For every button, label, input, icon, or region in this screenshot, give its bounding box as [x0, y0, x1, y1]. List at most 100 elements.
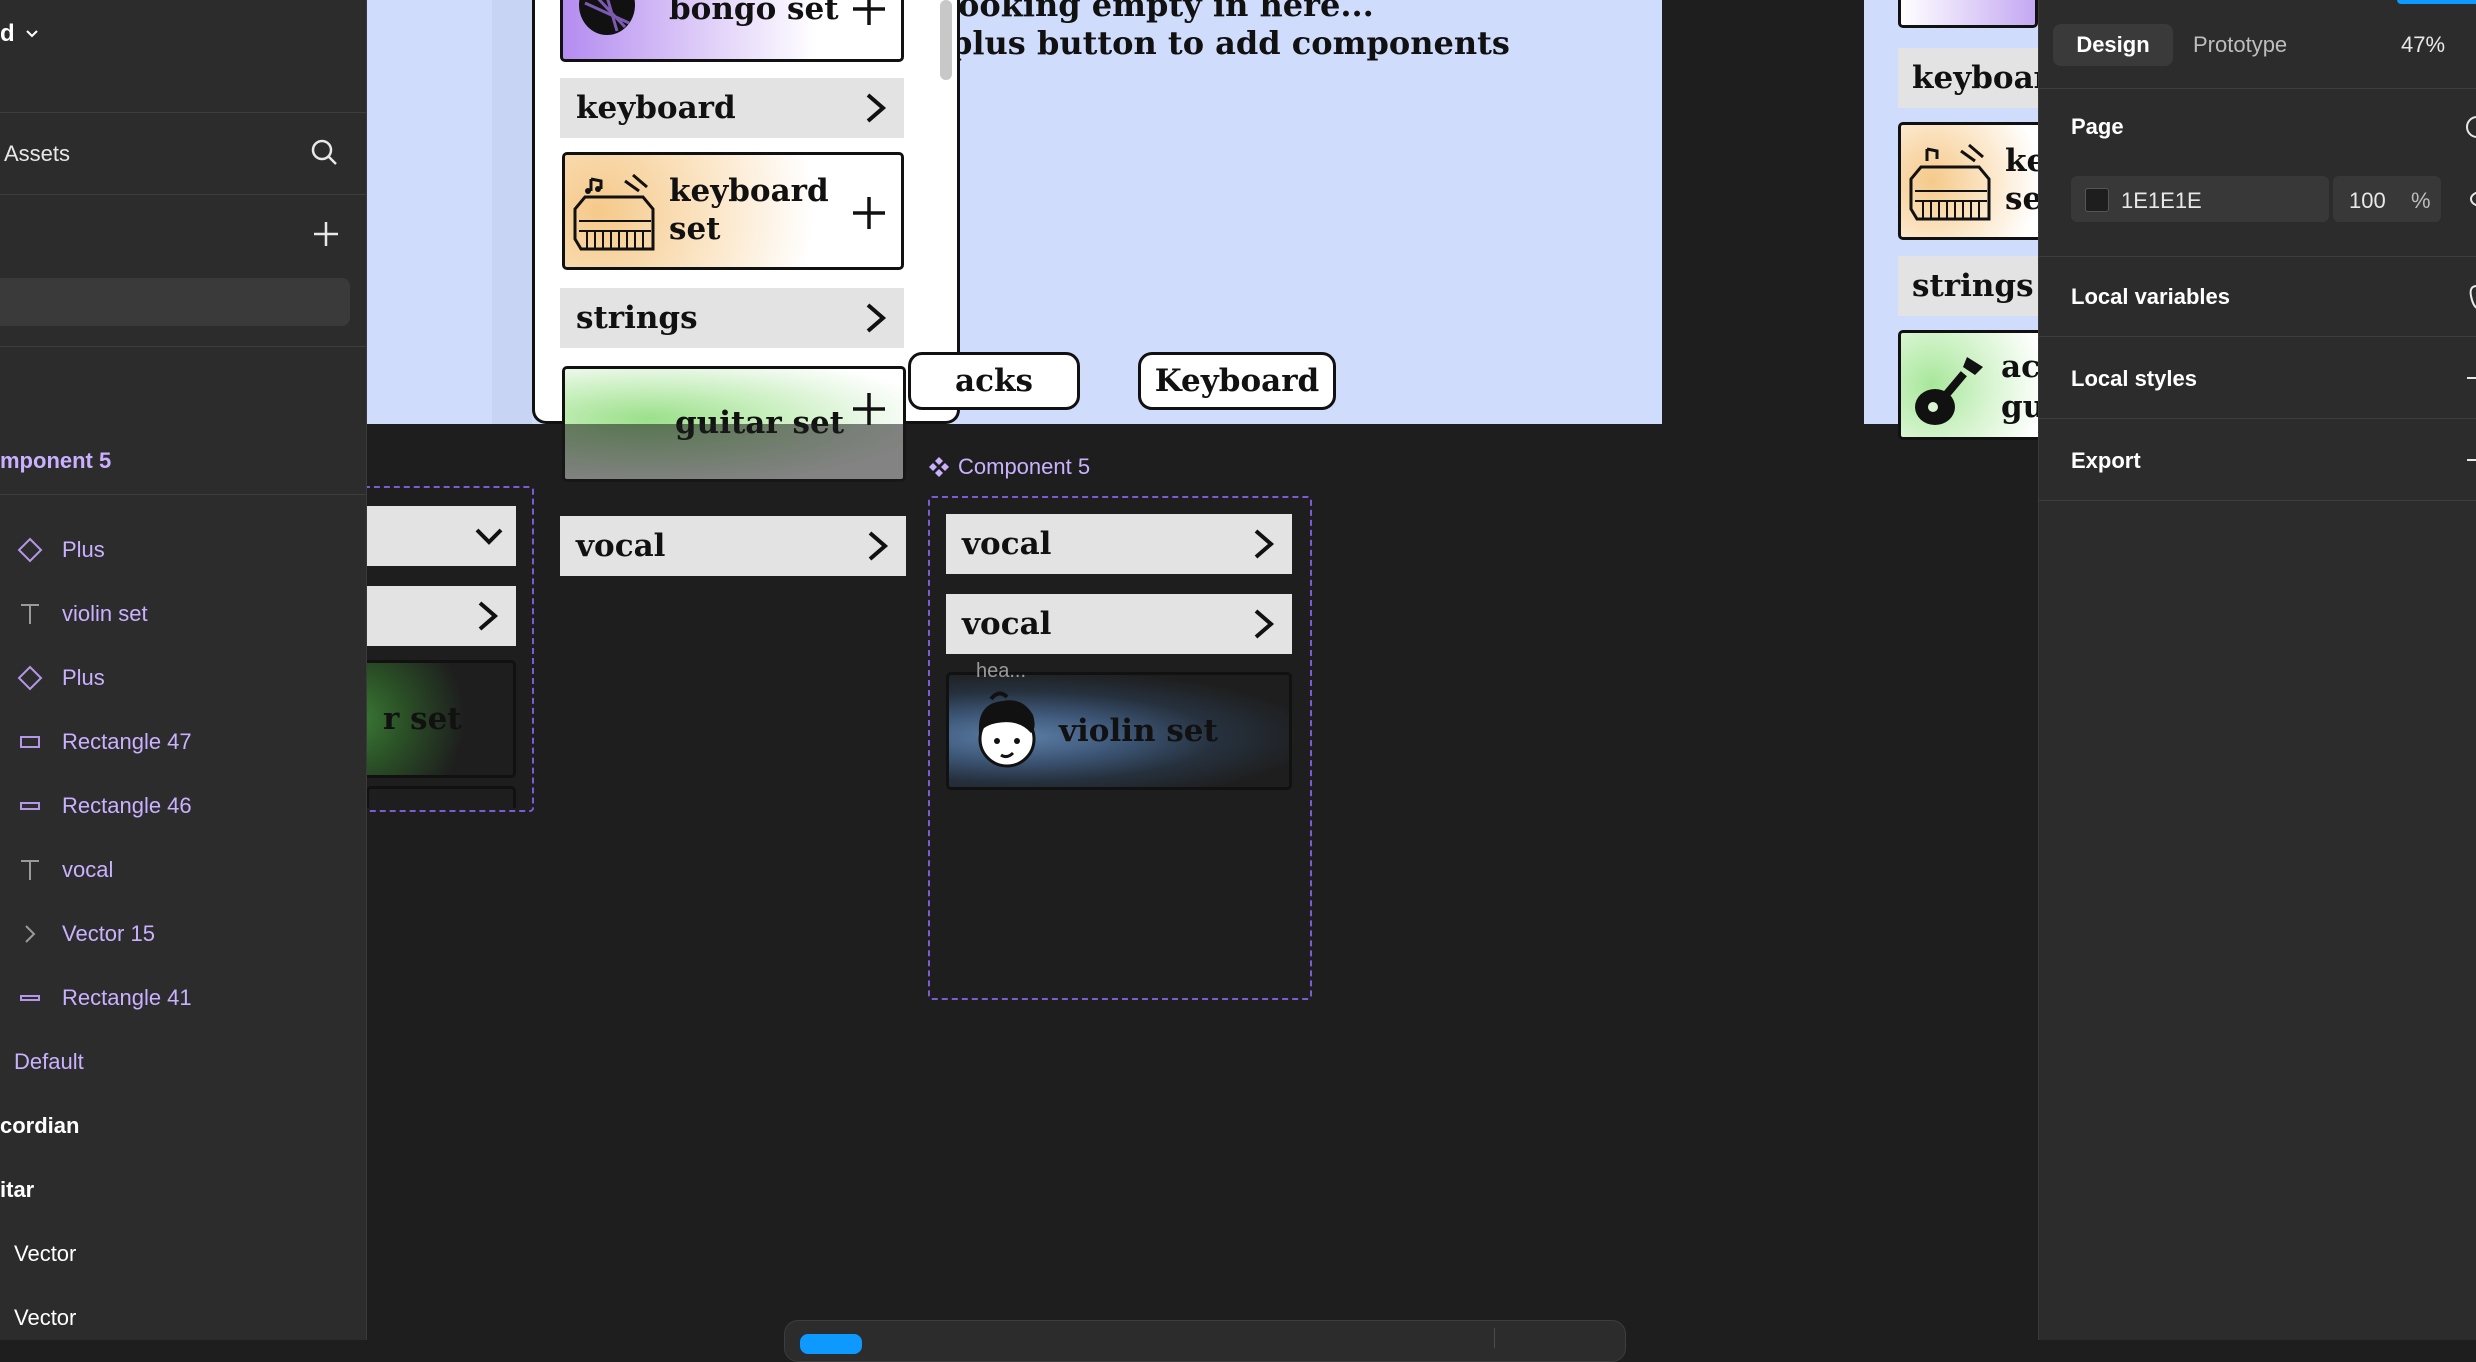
- text-icon: [21, 604, 39, 624]
- right-strings-row[interactable]: strings: [1898, 256, 2038, 316]
- layer-hover-tooltip: hea...: [976, 660, 1027, 682]
- layer-label: Rectangle 41: [62, 985, 192, 1010]
- left-category-row[interactable]: [366, 586, 516, 646]
- bongo-set-card[interactable]: bongo set: [560, 0, 904, 62]
- assets-tab[interactable]: Assets: [4, 141, 70, 167]
- component-5-label[interactable]: Component 5: [928, 454, 1090, 480]
- layer-vector-1[interactable]: Vector: [0, 1222, 366, 1286]
- violin-set-card[interactable]: violin set: [946, 672, 1292, 790]
- layer-vector-2[interactable]: Vector: [0, 1286, 366, 1340]
- layer-label: Vector: [14, 1241, 77, 1266]
- add-page-icon[interactable]: [312, 220, 340, 248]
- keyboard-set-label-line1: keyboard: [669, 173, 829, 209]
- toolbar-active-tool[interactable]: [800, 1334, 862, 1354]
- text-icon: [21, 860, 39, 880]
- drag-shadow: [562, 424, 906, 482]
- right-keyboard-row[interactable]: keyboar: [1898, 48, 2050, 108]
- right-keyboard-label: keyboar: [1912, 60, 2050, 96]
- export-title[interactable]: Export: [2071, 448, 2141, 474]
- vocal-label: vocal: [962, 606, 1052, 642]
- layer-default-variant[interactable]: Default: [0, 1030, 366, 1094]
- keyboard-tab-pill[interactable]: Keyboard: [1138, 352, 1336, 410]
- hide-ui-icon[interactable]: [2463, 114, 2476, 140]
- layer-plus-1[interactable]: Plus: [0, 518, 366, 582]
- local-styles-title[interactable]: Local styles: [2071, 366, 2197, 392]
- page-color-field[interactable]: 1E1E1E: [2071, 176, 2329, 222]
- variables-icon[interactable]: [2465, 282, 2476, 312]
- layer-label: Vector 15: [62, 921, 155, 946]
- layers-panel[interactable]: d Assets mponent 5 Plus violin set Plus …: [0, 0, 367, 1340]
- vocal-label: vocal: [962, 526, 1052, 562]
- layer-label: itar: [0, 1177, 35, 1202]
- vocal-label: vocal: [576, 528, 666, 564]
- layer-label: violin set: [62, 601, 148, 626]
- bongo-icon: [577, 0, 637, 37]
- toolbar-divider: [1494, 1328, 1495, 1348]
- layer-label: Plus: [62, 665, 105, 690]
- layer-label: Rectangle 46: [62, 793, 192, 818]
- tab-prototype[interactable]: Prototype: [2193, 32, 2287, 58]
- file-name[interactable]: d: [0, 20, 39, 48]
- keyboard-category-row[interactable]: keyboard: [560, 78, 904, 138]
- layer-vocal-text[interactable]: vocal: [0, 838, 366, 902]
- layer-vector-15[interactable]: Vector 15: [0, 902, 366, 966]
- component-vocal-row-1[interactable]: vocal: [946, 514, 1292, 574]
- chevron-right-icon: [868, 531, 889, 561]
- component-layer-header[interactable]: mponent 5: [0, 448, 111, 474]
- left-card-bottom-edge: [366, 786, 516, 808]
- plus-icon[interactable]: [849, 0, 889, 29]
- layer-rectangle-47[interactable]: Rectangle 47: [0, 710, 366, 774]
- search-icon[interactable]: [308, 136, 340, 168]
- file-name-label: d: [0, 20, 15, 47]
- divider: [2039, 88, 2476, 89]
- right-strings-label: strings: [1912, 268, 2034, 304]
- keyboard-set-label-line2: set: [669, 211, 721, 247]
- divider: [0, 112, 366, 113]
- left-dropdown-row[interactable]: [366, 506, 516, 566]
- component-icon: [929, 457, 949, 477]
- component-5-name: Component 5: [958, 454, 1091, 479]
- layer-rectangle-41[interactable]: Rectangle 41: [0, 966, 366, 1030]
- tab-design-label: Design: [2076, 32, 2150, 57]
- menu-scrollbar[interactable]: [940, 0, 952, 80]
- rectangle-icon: [20, 736, 40, 748]
- tracks-tab-pill[interactable]: acks: [908, 352, 1080, 410]
- color-swatch[interactable]: [2085, 188, 2109, 212]
- divider: [0, 194, 366, 195]
- percent-sign: %: [2411, 188, 2431, 213]
- layer-plus-2[interactable]: Plus: [0, 646, 366, 710]
- divider: [0, 346, 366, 347]
- add-export-icon[interactable]: [2467, 459, 2476, 461]
- page-section-title: Page: [2071, 114, 2124, 139]
- visibility-eye-icon[interactable]: [2465, 186, 2476, 212]
- tab-design[interactable]: Design: [2053, 24, 2173, 66]
- chevron-right-icon: [866, 303, 887, 333]
- zoom-level[interactable]: 47%: [2401, 32, 2445, 58]
- component-instance-icon: [17, 665, 43, 691]
- layer-group-accordian[interactable]: cordian: [0, 1094, 366, 1158]
- page-opacity-field[interactable]: 100 %: [2333, 176, 2441, 222]
- layer-rectangle-46[interactable]: Rectangle 46: [0, 774, 366, 838]
- properties-panel[interactable]: Design Prototype 47% Page 1E1E1E 100 % L…: [2038, 0, 2476, 1340]
- vocal-row[interactable]: vocal: [560, 516, 906, 576]
- right-acoustic-guitar-card[interactable]: ac gu: [1898, 330, 2058, 440]
- local-variables-title[interactable]: Local variables: [2071, 284, 2230, 310]
- component-vocal-row-2[interactable]: vocal: [946, 594, 1292, 654]
- page-opacity-value: 100: [2349, 188, 2386, 213]
- selected-page-row[interactable]: [0, 278, 350, 326]
- layer-label: Rectangle 47: [62, 729, 192, 754]
- bottom-toolbar[interactable]: [784, 1320, 1626, 1362]
- right-acoustic-line1: ac: [2001, 349, 2040, 385]
- layer-group-guitar[interactable]: itar: [0, 1158, 366, 1222]
- strings-category-row[interactable]: strings: [560, 288, 904, 348]
- plus-icon[interactable]: [849, 389, 889, 429]
- right-keyboard-set-line2: se: [2005, 181, 2043, 217]
- frame-edge: [492, 0, 532, 424]
- add-style-icon[interactable]: [2467, 377, 2476, 379]
- keyboard-set-card[interactable]: keyboard set: [562, 152, 904, 270]
- chevron-down-icon: [475, 528, 503, 545]
- divider: [2039, 418, 2476, 419]
- right-keyboard-set-card[interactable]: ke se: [1898, 122, 2058, 240]
- layer-violin-set-text[interactable]: violin set: [0, 582, 366, 646]
- plus-icon[interactable]: [849, 193, 889, 233]
